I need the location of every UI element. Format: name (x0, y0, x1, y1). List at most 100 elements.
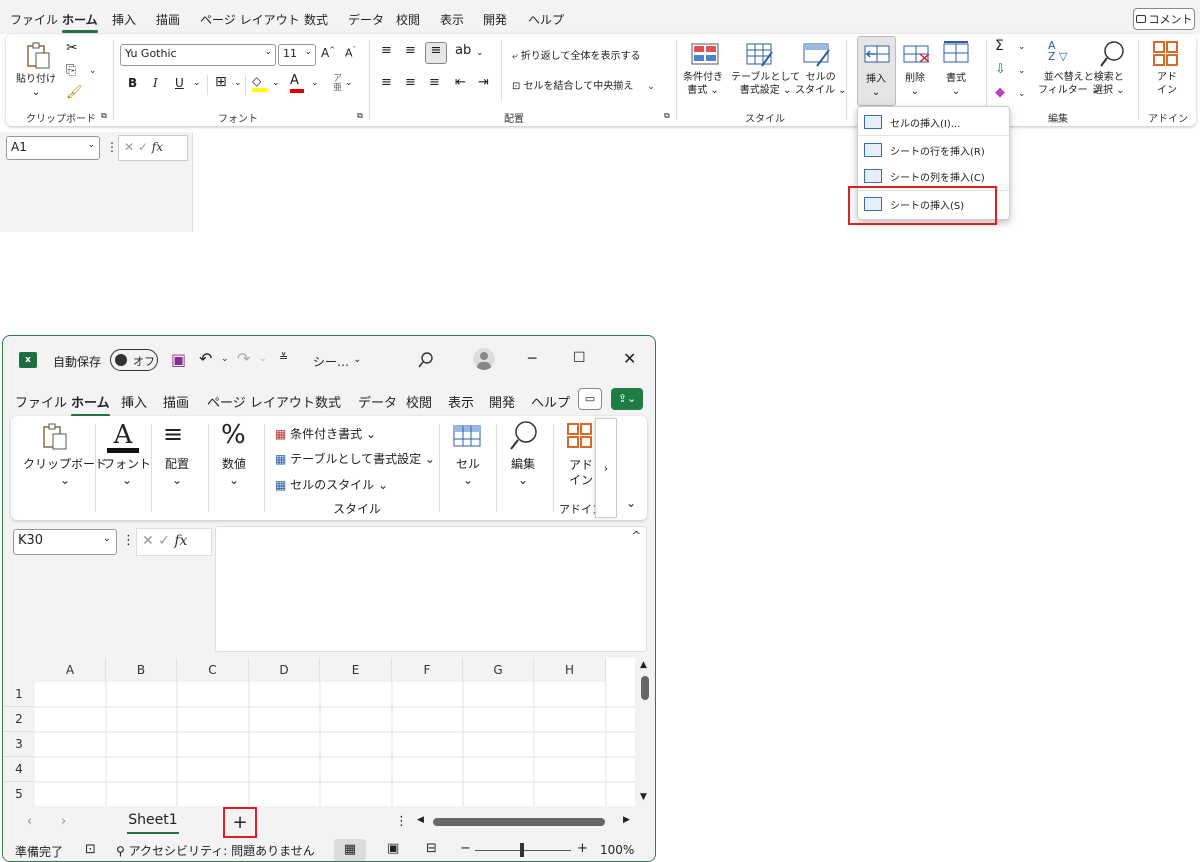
zoom-out-icon[interactable]: − (460, 841, 471, 856)
chevron-down-icon[interactable]: ⌄ (234, 78, 242, 88)
maximize-icon[interactable]: ☐ (573, 350, 586, 366)
sort-filter-button[interactable]: 並べ替えと フィルター ⌄ (1038, 71, 1099, 97)
zoom-in-icon[interactable]: + (577, 841, 588, 856)
font-name-combobox[interactable]: Yu Gothic ⌄ (120, 44, 276, 66)
format-painter-icon[interactable]: 🖌 (66, 85, 83, 100)
tab-data[interactable]: データ (358, 392, 397, 411)
cell-styles-button[interactable]: セルの スタイル ⌄ (795, 71, 847, 97)
scroll-down-icon[interactable]: ▼ (640, 792, 647, 802)
scroll-thumb[interactable] (433, 818, 605, 826)
addin-button[interactable]: アド イン (1157, 71, 1177, 97)
share-button[interactable]: ⇪⌄ (611, 388, 643, 410)
tab-developer[interactable]: 開発 (483, 11, 507, 28)
tab-data[interactable]: データ (348, 11, 384, 28)
more-options-icon[interactable]: ⋮ (395, 814, 408, 829)
tab-home[interactable]: ホーム (62, 11, 98, 33)
row-header[interactable]: 4 (3, 757, 35, 782)
align-right-icon[interactable]: ≡ (429, 75, 440, 90)
minimize-icon[interactable]: ─ (528, 351, 536, 367)
ribbon-scroll-right-button[interactable]: › (595, 418, 617, 518)
copy-icon[interactable]: ⎘ (66, 63, 76, 78)
tab-insert[interactable]: 挿入 (121, 392, 147, 411)
chevron-down-icon[interactable]: ⌄ (259, 354, 267, 364)
formula-input[interactable]: ^ (215, 526, 647, 652)
customize-qat-icon[interactable]: ≚ (279, 351, 288, 364)
column-header[interactable]: G (463, 658, 534, 682)
alignment-launcher-icon[interactable]: ⧉ (664, 111, 670, 121)
wrap-text-button[interactable]: ⤶ 折り返して全体を表示する (512, 47, 640, 62)
chevron-down-icon[interactable]: ⌄ (1018, 66, 1026, 76)
align-left-icon[interactable]: ≡ (381, 75, 392, 90)
tab-file[interactable]: ファイル (15, 392, 67, 411)
chevron-down-icon[interactable]: ⌄ (193, 78, 201, 88)
tab-formulas[interactable]: 数式 (315, 392, 341, 411)
chevron-down-icon[interactable]: ⌄ (476, 48, 484, 58)
font-size-combobox[interactable]: 11 ⌄ (278, 44, 316, 66)
more-options-icon[interactable]: ⋮ (122, 533, 135, 548)
prev-sheet-icon[interactable]: ‹ (27, 814, 32, 829)
page-break-view-icon[interactable]: ⊟ (426, 841, 437, 856)
align-bottom-button[interactable]: ≡ (425, 42, 447, 64)
tab-draw[interactable]: 描画 (163, 392, 189, 411)
column-header[interactable]: F (392, 658, 463, 682)
scroll-left-icon[interactable]: ◀ (417, 815, 424, 825)
alignment-button[interactable]: 配置 ⌄ (165, 456, 189, 488)
italic-button[interactable]: I (153, 76, 158, 90)
sheet-tab-sheet1[interactable]: Sheet1 (119, 808, 187, 836)
number-button[interactable]: 数値 ⌄ (222, 456, 246, 488)
scroll-right-icon[interactable]: ▶ (623, 815, 630, 825)
tab-help[interactable]: ヘルプ (531, 392, 570, 411)
conditional-format-button[interactable]: 条件付き 書式 ⌄ (683, 71, 723, 97)
align-top-icon[interactable]: ≡ (381, 43, 392, 58)
font-launcher-icon[interactable]: ⧉ (357, 111, 363, 121)
phonetic-icon[interactable]: ア亜 (333, 75, 342, 93)
enter-icon[interactable]: ✓ (138, 140, 148, 154)
shrink-font-button[interactable]: Aˇ (345, 46, 356, 60)
grow-font-button[interactable]: A^ (321, 46, 335, 60)
name-box[interactable]: K30 ⌄ (13, 529, 117, 555)
menu-item-insert-cells[interactable]: セルの挿入(I)... (864, 111, 1004, 133)
tab-page-layout[interactable]: ページ レイアウト (200, 11, 300, 28)
copy-dropdown-icon[interactable]: ⌄ (89, 66, 97, 76)
column-header[interactable]: H (534, 658, 606, 682)
comment-button[interactable]: ▭ (578, 388, 602, 410)
tab-formulas[interactable]: 数式 (304, 11, 328, 28)
tab-developer[interactable]: 開発 (489, 392, 515, 411)
row-header[interactable]: 3 (3, 732, 35, 757)
tab-view[interactable]: 表示 (448, 392, 474, 411)
tab-view[interactable]: 表示 (440, 11, 464, 28)
column-header[interactable]: A (35, 658, 106, 682)
search-icon[interactable] (417, 351, 435, 369)
increase-indent-icon[interactable]: ⇥ (478, 75, 489, 90)
redo-icon[interactable]: ↷ (237, 349, 250, 368)
align-middle-icon[interactable]: ≡ (405, 43, 416, 58)
select-all-corner[interactable] (3, 658, 35, 682)
underline-button[interactable]: U (175, 76, 184, 90)
format-button[interactable]: 書式 ⌄ (946, 72, 966, 98)
font-button[interactable]: フォント ⌄ (103, 456, 151, 488)
cut-icon[interactable]: ✂ (66, 40, 78, 56)
more-options-icon[interactable]: ⋮ (106, 140, 118, 154)
avatar[interactable] (473, 348, 495, 370)
chevron-down-icon[interactable]: ⌄ (345, 78, 353, 88)
fill-color-icon[interactable]: ◇ (252, 74, 268, 92)
fill-icon[interactable]: ⇩ (995, 62, 1006, 77)
accessibility-status[interactable]: ⚲ アクセシビリティ: 問題ありません (116, 842, 315, 859)
insert-function-icon[interactable]: fx (152, 140, 163, 154)
chevron-down-icon[interactable]: ⌄ (221, 354, 229, 364)
horizontal-scrollbar[interactable]: ◀ ▶ (415, 812, 637, 832)
delete-button[interactable]: 削除 ⌄ (905, 72, 925, 98)
scroll-up-icon[interactable]: ▲ (640, 660, 647, 670)
chevron-down-icon[interactable]: ⌄ (1018, 42, 1026, 52)
find-select-button[interactable]: 検索と 選択 ⌄ (1093, 71, 1125, 97)
borders-icon[interactable]: ⊞ (215, 74, 227, 90)
chevron-down-icon[interactable]: ⌄ (1018, 89, 1026, 99)
tab-home[interactable]: ホーム (71, 392, 110, 417)
format-as-table-button[interactable]: ▦ テーブルとして書式設定 ⌄ (275, 450, 435, 467)
ribbon-options-icon[interactable]: ⌄ (626, 496, 636, 510)
comment-button[interactable]: コメント (1133, 8, 1195, 30)
bold-button[interactable]: B (128, 76, 137, 90)
cancel-icon[interactable]: ✕ (142, 533, 154, 549)
editing-button[interactable]: 編集 ⌄ (511, 456, 535, 488)
scroll-thumb[interactable] (641, 676, 649, 700)
